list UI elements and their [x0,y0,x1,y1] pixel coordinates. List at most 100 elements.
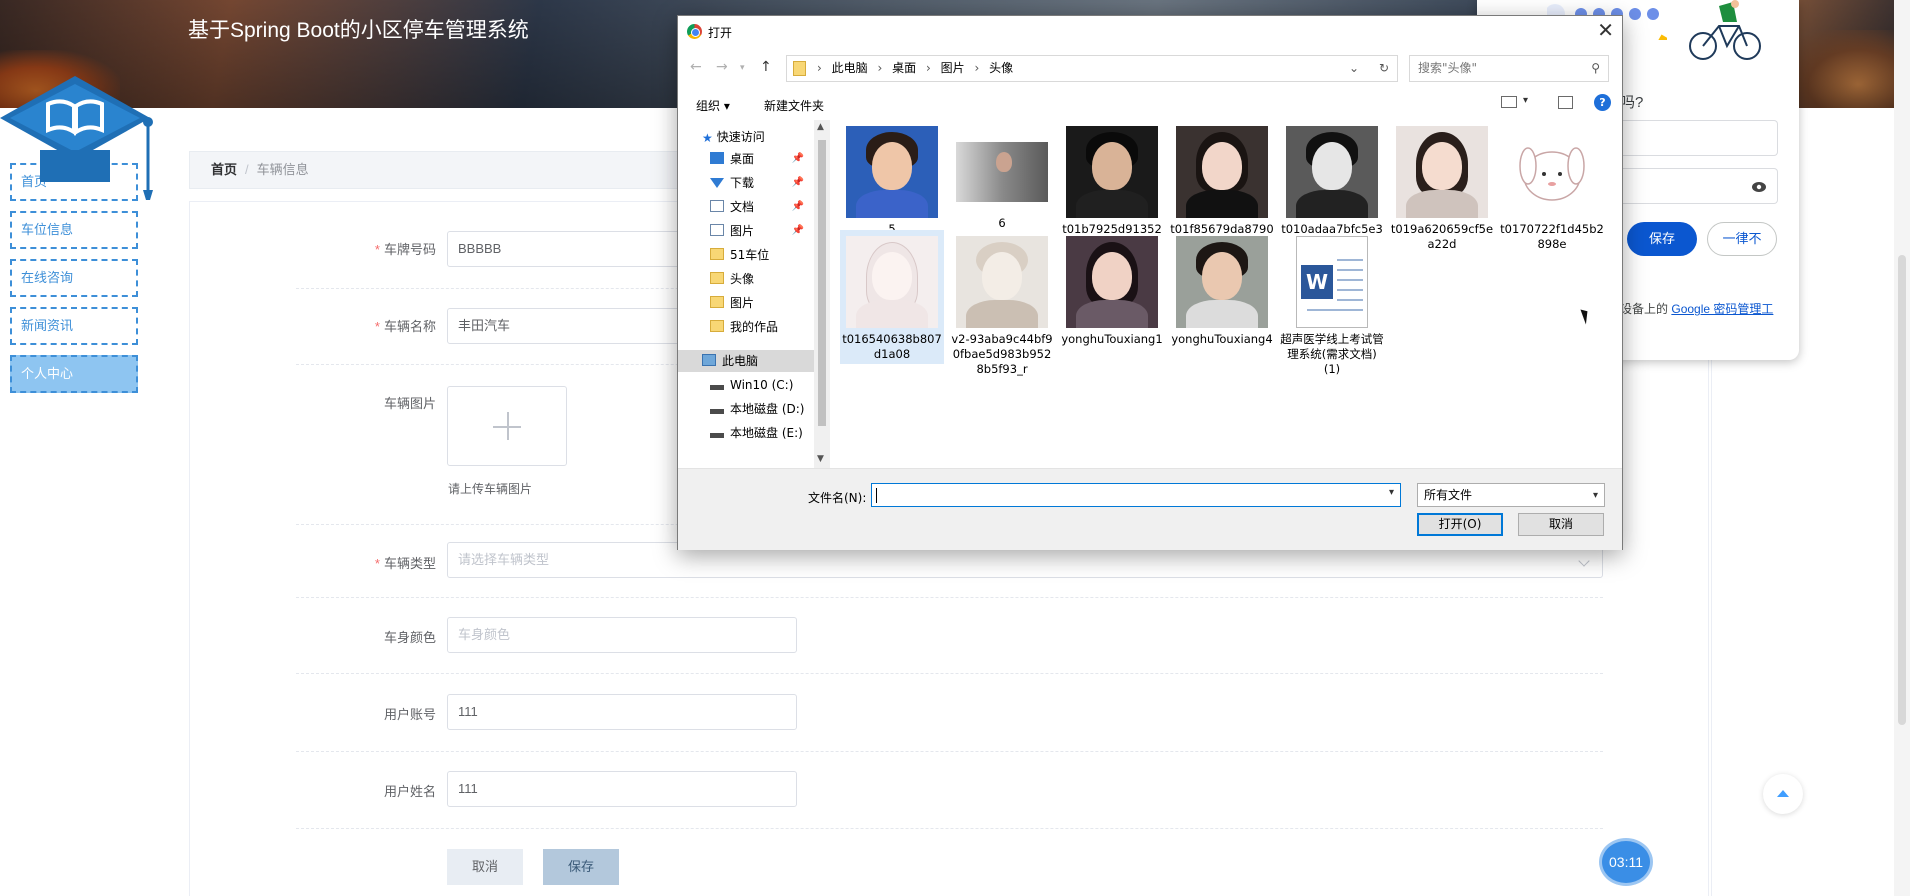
vehicle-image-label: 车辆图片 [383,396,436,411]
desktop-icon [710,152,724,164]
drive-icon [710,433,724,438]
nav-item-label: 本地磁盘 (D:) [730,402,805,416]
plate-label-text: 车牌号码 [383,242,436,257]
file-item[interactable]: v2-93aba9c44bf90fbae5d983b9528b5f93_r [950,230,1054,377]
file-open-dialog: 打开 ✕ ← → ▾ ↑ › 此电脑 › 桌面 › 图片 › 头像 ⌄ ↻ 搜索… [677,15,1623,550]
eye-icon[interactable] [1751,181,1767,193]
nav-item-drive-e[interactable]: 本地磁盘 (E:) [710,422,812,444]
password-field[interactable] [1620,168,1778,204]
nav-item-drive-c[interactable]: Win10 (C:) [710,374,812,396]
address-dropdown-icon[interactable]: ⌄ [1349,56,1359,81]
view-mode-icon[interactable] [1501,96,1517,108]
user-name-input[interactable]: 111 [447,771,797,807]
file-item[interactable]: yonghuTouxiang4 [1170,230,1274,347]
search-input[interactable]: 搜索"头像" ⚲ [1409,55,1609,82]
path-segment[interactable]: 图片 [941,61,965,75]
help-icon[interactable]: ? [1594,94,1611,111]
breadcrumb-chevron-icon: › [974,61,980,75]
search-placeholder: 搜索"头像" [1418,61,1478,75]
cancel-button[interactable]: 取消 [447,849,523,885]
file-name: yonghuTouxiang4 [1171,332,1273,346]
file-name: t016540638b807d1a08 [842,332,942,361]
nav-item-label: 我的作品 [730,320,779,334]
row-divider [296,828,1603,829]
pin-icon: 📌 [791,177,804,188]
nav-item-avatars[interactable]: 头像 [710,268,812,290]
close-icon[interactable]: ✕ [1597,20,1614,40]
path-segment[interactable]: 头像 [989,61,1013,75]
chevron-down-icon: ▾ [1592,490,1598,501]
navigation-scrollbar[interactable]: ▲ ▼ [814,120,830,468]
file-item-selected[interactable]: t016540638b807d1a08 [840,230,944,364]
new-folder-button[interactable]: 新建文件夹 [764,97,824,114]
file-item[interactable]: yonghuTouxiang1 [1060,230,1164,347]
back-to-top-button[interactable] [1763,774,1803,814]
password-manager-link[interactable]: Google 密码管理工 [1671,302,1773,316]
save-button[interactable]: 保存 [543,849,619,885]
forward-arrow-icon[interactable]: → [716,59,728,75]
open-button[interactable]: 打开(O) [1417,513,1503,536]
user-account-input[interactable]: 111 [447,694,797,730]
pin-icon: 📌 [791,201,804,212]
nav-item-51-parking[interactable]: 51车位 [710,244,812,266]
file-item[interactable]: 5 [840,120,944,237]
up-arrow-icon[interactable]: ↑ [760,59,772,75]
back-arrow-icon[interactable]: ← [690,59,702,75]
nav-item-pictures-folder[interactable]: 图片 [710,292,812,314]
filename-input[interactable]: ▾ [871,483,1401,507]
organize-menu-button[interactable]: 组织 ▾ [696,97,730,114]
preview-pane-icon[interactable] [1558,96,1573,109]
image-thumbnail [846,236,938,328]
sidebar-item-news[interactable]: 新闻资讯 [10,307,138,345]
view-dropdown-icon[interactable]: ▾ [1523,95,1528,106]
nav-item-my-works[interactable]: 我的作品 [710,316,812,338]
navigation-scrollbar-thumb[interactable] [818,140,826,426]
chevron-down-icon[interactable]: ▾ [1389,487,1394,498]
scroll-down-icon[interactable]: ▼ [817,454,824,464]
navigation-pane: ★ 快速访问 桌面 📌 下载 📌 文档 📌 图片 📌 51车位 头像 图片 我的作品 此电… [678,120,830,468]
nav-item-label: 图片 [730,224,755,238]
sidebar-item-parking-spaces[interactable]: 车位信息 [10,211,138,249]
file-item[interactable]: 6 [950,120,1054,231]
sidebar-item-personal-center[interactable]: 个人中心 [10,355,138,393]
breadcrumb-home-link[interactable]: 首页 [211,162,237,177]
file-name: v2-93aba9c44bf90fbae5d983b9528b5f93_r [951,332,1053,376]
nav-item-quick-access[interactable]: ★ 快速访问 [702,126,812,148]
nav-item-label: 下载 [730,176,755,190]
body-color-input[interactable]: 车身颜色 [447,617,797,653]
address-bar[interactable]: › 此电脑 › 桌面 › 图片 › 头像 ⌄ ↻ [786,55,1398,82]
sidebar-item-online-consult[interactable]: 在线咨询 [10,259,138,297]
nav-item-documents[interactable]: 文档 📌 [710,196,812,218]
dialog-cancel-button[interactable]: 取消 [1518,513,1604,536]
refresh-icon[interactable]: ↻ [1379,56,1389,81]
nav-item-downloads[interactable]: 下载 📌 [710,172,812,194]
image-upload-plus-button[interactable] [447,386,567,466]
file-name: 6 [998,216,1006,230]
never-save-button[interactable]: 一律不 [1707,222,1777,256]
breadcrumb-current: 车辆信息 [256,162,309,177]
nav-item-label: 此电脑 [722,354,759,368]
file-item[interactable]: t019a620659cf5ea22d [1390,120,1494,252]
required-mark: * [374,242,380,257]
text-caret [876,488,877,503]
star-icon: ★ [702,131,713,145]
path-segment[interactable]: 此电脑 [832,61,868,75]
recent-locations-chevron-icon[interactable]: ▾ [740,63,745,73]
save-password-button[interactable]: 保存 [1627,222,1697,256]
upload-hint: 请上传车辆图片 [448,482,533,496]
dialog-toolbar: 组织 ▾ 新建文件夹 ▾ ? [678,91,1622,119]
page-scrollbar-thumb[interactable] [1898,255,1906,725]
dialog-titlebar: 打开 ✕ [678,16,1622,46]
file-item[interactable]: W 超声医学线上考试管理系统(需求文档) (1) [1280,230,1384,377]
filetype-select[interactable]: 所有文件 ▾ [1417,483,1605,507]
scroll-up-icon[interactable]: ▲ [817,122,824,132]
nav-item-pictures[interactable]: 图片 📌 [710,220,812,242]
drive-icon [710,409,724,414]
file-item[interactable]: t0170722f1d45b2898e [1500,120,1604,252]
path-segment[interactable]: 桌面 [892,61,916,75]
document-icon [710,200,724,212]
nav-item-desktop[interactable]: 桌面 📌 [710,148,812,170]
nav-item-drive-d[interactable]: 本地磁盘 (D:) [710,398,812,420]
username-field[interactable] [1620,120,1778,156]
nav-item-this-pc[interactable]: 此电脑 [678,350,814,372]
